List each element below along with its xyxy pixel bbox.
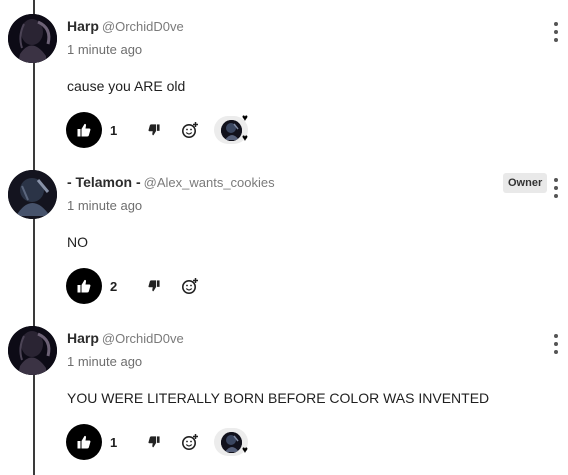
add-reaction-icon [182, 122, 198, 138]
author-name[interactable]: Harp [67, 18, 99, 34]
comment-actions: 2 [66, 268, 202, 304]
like-count: 2 [110, 278, 118, 294]
comment-actions: 1 ♥ [66, 424, 256, 460]
creator-avatar [221, 120, 242, 141]
comment: Harp @OrchidD0ve 1 minute ago cause you A… [0, 14, 568, 150]
more-vertical-icon [554, 334, 558, 338]
add-reaction-button[interactable] [178, 430, 202, 454]
author-name[interactable]: Harp [67, 330, 99, 346]
avatar[interactable] [8, 170, 57, 219]
like-count: 1 [110, 434, 118, 450]
more-options-button[interactable] [551, 22, 561, 42]
avatar[interactable] [8, 14, 57, 63]
thumbs-up-icon [77, 123, 91, 137]
add-reaction-button[interactable] [178, 274, 202, 298]
more-options-button[interactable] [551, 334, 561, 354]
thumbs-up-icon [77, 279, 91, 293]
thumbs-down-icon [148, 436, 160, 448]
thumbs-up-icon [77, 435, 91, 449]
owner-badge: Owner [503, 173, 548, 193]
author-handle[interactable]: @OrchidD0ve [102, 19, 184, 34]
comment-text: NO [67, 234, 88, 250]
like-count: 1 [110, 122, 118, 138]
more-vertical-icon [554, 178, 558, 182]
creator-reaction: ♥ [212, 427, 256, 457]
heart-icon: ♥ [242, 133, 248, 144]
comment-header: Harp @OrchidD0ve [67, 18, 184, 36]
comment-header: Harp @OrchidD0ve [67, 330, 184, 348]
comment-text: cause you ARE old [67, 78, 186, 94]
more-options-button[interactable] [551, 178, 561, 198]
like-button[interactable] [66, 112, 102, 148]
creator-reaction: ♥ ♥ [212, 113, 256, 145]
add-reaction-icon [182, 434, 198, 450]
avatar[interactable] [8, 326, 57, 375]
add-reaction-icon [182, 278, 198, 294]
author-handle[interactable]: @OrchidD0ve [102, 331, 184, 346]
thumbs-down-icon [148, 124, 160, 136]
dislike-button[interactable] [143, 431, 165, 453]
author-name[interactable]: - Telamon - [67, 174, 141, 190]
comment: Harp @OrchidD0ve 1 minute ago YOU WERE LI… [0, 326, 568, 466]
comment-text: YOU WERE LITERALLY BORN BEFORE COLOR WAS… [67, 390, 490, 406]
timestamp: 1 minute ago [67, 354, 143, 369]
author-handle[interactable]: @Alex_wants_cookies [144, 175, 275, 190]
comment: - Telamon - @Alex_wants_cookies 1 minute … [0, 170, 568, 306]
like-button[interactable] [66, 268, 102, 304]
add-reaction-button[interactable] [178, 118, 202, 142]
creator-avatar [221, 432, 242, 453]
dislike-button[interactable] [143, 119, 165, 141]
dislike-button[interactable] [143, 275, 165, 297]
thumbs-down-icon [148, 280, 160, 292]
timestamp: 1 minute ago [67, 42, 143, 57]
like-button[interactable] [66, 424, 102, 460]
timestamp: 1 minute ago [67, 198, 143, 213]
heart-icon: ♥ [242, 113, 248, 124]
comment-actions: 1 ♥ ♥ [66, 112, 256, 148]
heart-icon: ♥ [242, 445, 248, 456]
more-vertical-icon [554, 22, 558, 26]
comment-header: - Telamon - @Alex_wants_cookies [67, 174, 275, 192]
